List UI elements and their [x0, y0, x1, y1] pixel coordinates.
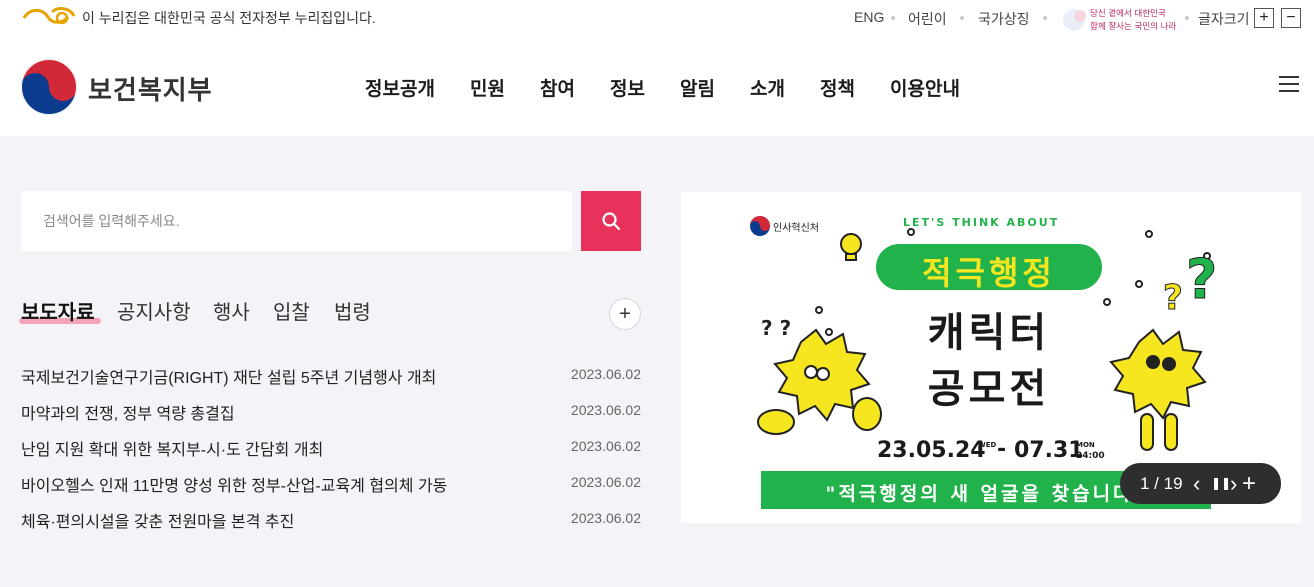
nav-usage-guide[interactable]: 이용안내 — [890, 74, 960, 101]
banner-question-mark-large: ? — [1185, 248, 1218, 312]
link-national-symbols[interactable]: 국가상징 — [978, 9, 1030, 29]
nav-information[interactable]: 정보 — [610, 74, 645, 101]
nav-civil-service[interactable]: 민원 — [470, 74, 505, 101]
news-date: 2023.06.02 — [570, 474, 641, 490]
news-date: 2023.06.02 — [570, 438, 641, 454]
font-increase-button[interactable]: + — [1254, 8, 1274, 28]
separator-dot — [1185, 16, 1189, 20]
svg-text:당신 곁에서 대한민국: 당신 곁에서 대한민국 — [1090, 8, 1166, 19]
next-icon[interactable]: › — [1230, 471, 1237, 497]
nav-participation[interactable]: 참여 — [540, 74, 575, 101]
banner-period-separator: - — [997, 437, 1007, 462]
banner-title-line3: 공모전 — [927, 366, 1051, 412]
search-icon — [602, 212, 621, 231]
news-title[interactable]: 난임 지원 확대 위한 복지부-시·도 간담회 개최 — [21, 436, 323, 460]
tab-events[interactable]: 행사 — [213, 296, 250, 325]
tab-laws[interactable]: 법령 — [334, 296, 371, 325]
banner-org-name: 인사혁신처 — [773, 223, 819, 234]
banner-question-mark: ? — [1163, 278, 1184, 319]
news-title[interactable]: 국제보건기술연구기금(RIGHT) 재단 설립 5주년 기념행사 개최 — [21, 364, 436, 388]
site-header: 보건복지부 정보공개 민원 참여 정보 알림 소개 정책 이용안내 — [0, 36, 1314, 136]
news-date: 2023.06.02 — [570, 510, 641, 526]
link-eng[interactable]: ENG — [854, 9, 884, 25]
banner-period-end-day: MON — [1076, 441, 1095, 449]
list-item[interactable]: 난임 지원 확대 위한 복지부-시·도 간담회 개최 2023.06.02 — [21, 436, 641, 460]
government-slogan-image: 당신 곁에서 대한민국 함께 잘사는 국민의 나라 — [1060, 2, 1176, 34]
banner-period-start-day: WED — [978, 441, 997, 449]
banner-period-start: 23.05.24 — [877, 438, 986, 463]
list-item[interactable]: 국제보건기술연구기금(RIGHT) 재단 설립 5주년 기념행사 개최 2023… — [21, 364, 641, 388]
tab-bidding[interactable]: 입찰 — [273, 296, 310, 325]
news-title[interactable]: 바이오헬스 인재 11만명 양성 위한 정부-산업-교육계 협의체 가동 — [21, 472, 447, 496]
link-kids[interactable]: 어린이 — [908, 9, 947, 29]
taegeuk-logo-icon[interactable] — [20, 58, 78, 116]
news-title[interactable]: 체육·편의시설을 갖춘 전원마을 본격 추진 — [21, 508, 294, 532]
banner-title-line1: 적극행정 — [922, 254, 1056, 292]
svg-text:함께 잘사는 국민의 나라: 함께 잘사는 국민의 나라 — [1090, 21, 1176, 32]
font-size-label: 글자크기 — [1198, 11, 1250, 27]
search-button[interactable] — [581, 191, 641, 251]
news-date: 2023.06.02 — [570, 366, 641, 382]
news-date: 2023.06.02 — [570, 402, 641, 418]
banner-period-end: 07.31 — [1014, 438, 1084, 463]
nav-notice[interactable]: 알림 — [680, 74, 715, 101]
tab-press-release[interactable]: 보도자료 — [21, 296, 95, 325]
news-title[interactable]: 마약과의 전쟁, 정부 역량 총결집 — [21, 400, 235, 424]
tab-announcements[interactable]: 공지사항 — [117, 296, 191, 325]
separator-dot — [891, 16, 895, 20]
site-logo-text[interactable]: 보건복지부 — [88, 70, 213, 107]
banner-pager: 1 / 19 ‹ ❚❚ › + — [1120, 463, 1281, 504]
nav-policy[interactable]: 정책 — [820, 74, 855, 101]
list-item[interactable]: 바이오헬스 인재 11만명 양성 위한 정부-산업-교육계 협의체 가동 202… — [21, 472, 641, 496]
top-utility-bar: 이 누리집은 대한민국 공식 전자정부 누리집입니다. ENG 어린이 국가상징… — [0, 0, 1314, 36]
add-icon[interactable]: + — [1242, 470, 1256, 498]
slogan-graphic: 당신 곁에서 대한민국 함께 잘사는 국민의 나라 — [1063, 8, 1176, 32]
pause-icon[interactable]: ❚❚ — [1211, 476, 1231, 490]
prev-icon[interactable]: ‹ — [1193, 471, 1200, 497]
separator-dot — [960, 16, 964, 20]
more-button[interactable]: + — [609, 298, 641, 330]
gov-emblem-icon — [22, 7, 76, 25]
font-decrease-button[interactable]: − — [1281, 8, 1301, 28]
separator-dot — [1043, 16, 1047, 20]
nav-info-disclosure[interactable]: 정보공개 — [365, 74, 435, 101]
lightbulb-icon — [840, 233, 862, 255]
list-item[interactable]: 체육·편의시설을 갖춘 전원마을 본격 추진 2023.06.02 — [21, 508, 641, 532]
banner-kicker: LET'S THINK ABOUT — [903, 216, 1060, 229]
banner-title-line2: 캐릭터 — [927, 310, 1051, 356]
banner-period-end-time: 24:00 — [1076, 451, 1105, 461]
banner-question-marks: ? ? — [761, 316, 792, 340]
list-item[interactable]: 마약과의 전쟁, 정부 역량 총결집 2023.06.02 — [21, 400, 641, 424]
gov-notice-text: 이 누리집은 대한민국 공식 전자정부 누리집입니다. — [82, 10, 376, 26]
pager-counter: 1 / 19 — [1140, 474, 1183, 493]
all-menu-icon[interactable] — [1279, 76, 1299, 92]
nav-about[interactable]: 소개 — [750, 74, 785, 101]
search-input[interactable] — [21, 191, 572, 251]
